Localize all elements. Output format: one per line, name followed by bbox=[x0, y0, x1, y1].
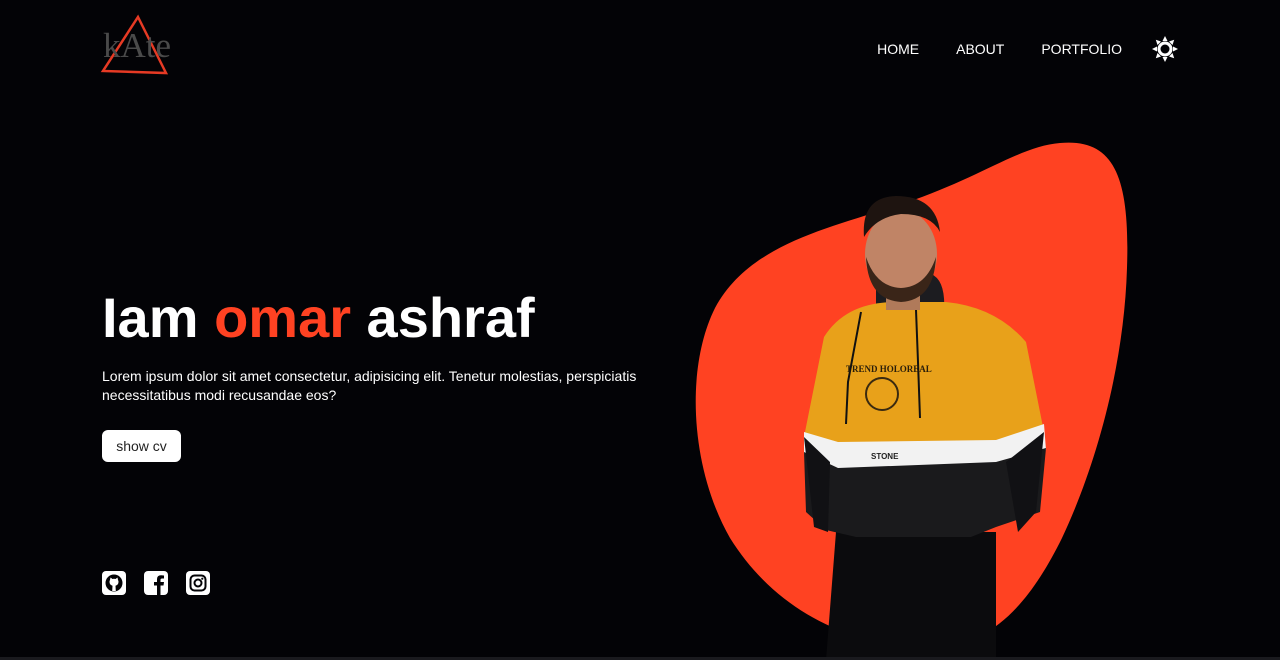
hero-description: Lorem ipsum dolor sit amet consectetur, … bbox=[102, 368, 637, 403]
hero-title-accent: omar bbox=[214, 286, 351, 349]
github-link[interactable] bbox=[102, 571, 126, 595]
facebook-icon bbox=[144, 571, 168, 595]
profile-photo: TREND HOLOREAL STONE bbox=[804, 196, 1046, 660]
nav-home[interactable]: HOME bbox=[877, 40, 919, 58]
instagram-icon bbox=[186, 571, 210, 595]
social-links bbox=[102, 571, 228, 595]
shirt-print-text: TREND HOLOREAL bbox=[846, 364, 932, 374]
sun-icon bbox=[1152, 36, 1178, 62]
github-icon bbox=[102, 571, 126, 595]
hero-title-part1: Iam bbox=[102, 286, 215, 349]
show-cv-button[interactable]: show cv bbox=[102, 430, 181, 462]
facebook-link[interactable] bbox=[144, 571, 168, 595]
logo[interactable]: kAte bbox=[100, 14, 180, 78]
instagram-link[interactable] bbox=[186, 571, 210, 595]
theme-toggle-button[interactable] bbox=[1152, 36, 1178, 62]
main-nav: HOME ABOUT PORTFOLIO bbox=[840, 36, 1178, 62]
hero-title-part2: ashraf bbox=[351, 286, 535, 349]
page: kAte HOME ABOUT PORTFOLIO Iam omar ashra… bbox=[0, 0, 1280, 660]
shirt-stone-text: STONE bbox=[871, 452, 899, 461]
hero-title: Iam omar ashraf bbox=[102, 284, 535, 352]
logo-text: kAte bbox=[103, 26, 172, 65]
nav-about[interactable]: ABOUT bbox=[956, 40, 1004, 58]
nav-portfolio[interactable]: PORTFOLIO bbox=[1041, 40, 1122, 58]
